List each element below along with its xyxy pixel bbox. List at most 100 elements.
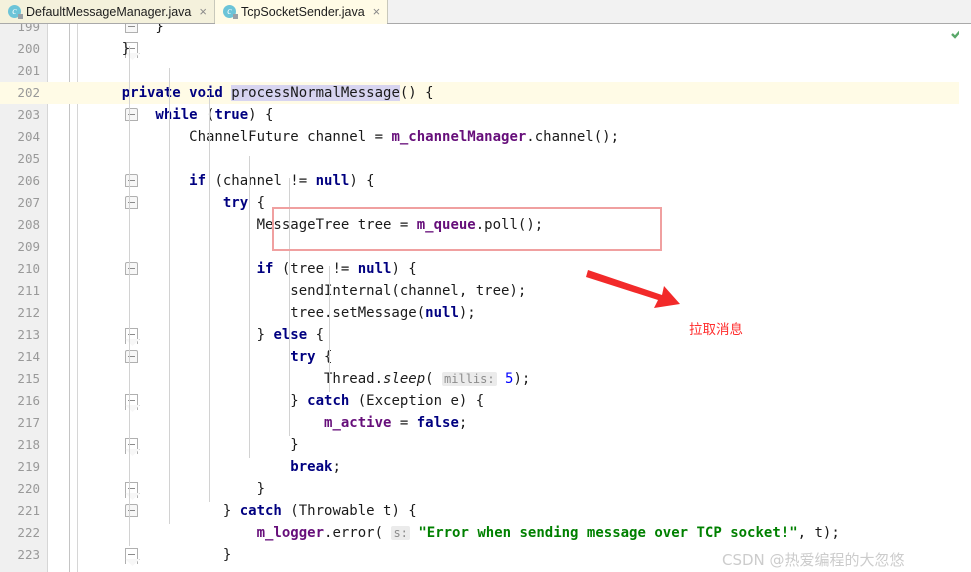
line-number: 219 [17, 459, 40, 474]
tab-tcp-socket-sender[interactable]: c TcpSocketSender.java × [214, 0, 389, 24]
code-token-kw: null [425, 305, 459, 321]
code-token-plain: } [88, 41, 131, 57]
code-line[interactable]: 220 } [0, 478, 971, 500]
code-token-kw: true [214, 107, 249, 123]
code-line[interactable]: 215 Thread.sleep( millis: 5); [0, 368, 971, 390]
code-token-ital: sleep [383, 371, 426, 387]
code-line[interactable]: 217 m_active = false; [0, 412, 971, 434]
code-line[interactable]: 218 } [0, 434, 971, 456]
code-text: if (channel != null) { [88, 170, 374, 192]
code-line[interactable]: 201 [0, 60, 971, 82]
code-token-plain: } [88, 24, 164, 35]
code-text: break; [88, 456, 341, 478]
code-text: m_logger.error( s: "Error when sending m… [88, 522, 840, 544]
line-number: 210 [17, 261, 40, 276]
line-number: 202 [17, 85, 40, 100]
code-token-fld: m_logger [256, 525, 325, 541]
code-line[interactable]: 203 while (true) { [0, 104, 971, 126]
line-number: 211 [17, 283, 40, 298]
code-token-kw: break [88, 459, 333, 475]
code-line[interactable]: 208 MessageTree tree = m_queue.poll(); [0, 214, 971, 236]
code-token-kw: null [357, 261, 392, 277]
code-text: } catch (Throwable t) { [88, 500, 417, 522]
code-line[interactable]: 221 } catch (Throwable t) { [0, 500, 971, 522]
code-token-kw: false [416, 415, 459, 431]
indent-guide [289, 178, 290, 436]
code-lines: 199 } 200 } 201 202 private void processNor… [0, 24, 971, 572]
code-line[interactable]: 213 } else { [0, 324, 971, 346]
code-line[interactable]: 222 m_logger.error( s: "Error when sendi… [0, 522, 971, 544]
code-text: } [88, 478, 265, 500]
code-token-kw: catch [307, 393, 350, 409]
java-class-icon: c [222, 5, 238, 19]
code-line[interactable]: 214 try { [0, 346, 971, 368]
code-token-plain: } [88, 481, 266, 497]
line-number: 220 [17, 481, 40, 496]
code-text: while (true) { [88, 104, 273, 126]
code-token-plain: } [88, 437, 299, 453]
code-token-plain: ) { [391, 261, 417, 277]
line-number: 203 [17, 107, 40, 122]
code-line[interactable]: 200 } [0, 38, 971, 60]
code-token-plain: = [391, 415, 417, 431]
code-token-plain: (channel != [214, 173, 316, 189]
code-token-plain: MessageTree tree = [88, 217, 417, 233]
code-token-plain: { [256, 195, 266, 211]
line-number: 205 [17, 151, 40, 166]
line-number: 206 [17, 173, 40, 188]
indent-guide [329, 266, 330, 392]
code-line[interactable]: 206 if (channel != null) { [0, 170, 971, 192]
line-number: 209 [17, 239, 40, 254]
code-editor[interactable]: 199 } 200 } 201 202 private void processNor… [0, 24, 971, 572]
line-number: 218 [17, 437, 40, 452]
code-token-plain: } [88, 327, 274, 343]
code-token-plain: .channel(); [526, 129, 620, 145]
code-token-plain: () { [399, 85, 434, 101]
line-number: 214 [17, 349, 40, 364]
code-text: } [88, 544, 231, 566]
code-line[interactable]: 204 ChannelFuture channel = m_channelMan… [0, 126, 971, 148]
close-icon[interactable]: × [199, 5, 207, 18]
code-text: } [88, 434, 299, 456]
code-line[interactable]: 209 [0, 236, 971, 258]
code-line[interactable]: 205 [0, 148, 971, 170]
editor-scrollbar[interactable] [959, 24, 971, 572]
code-line[interactable]: 207 try { [0, 192, 971, 214]
code-line[interactable]: 202 private void processNormalMessage() … [0, 82, 971, 104]
line-number: 215 [17, 371, 40, 386]
code-token-plain: sendInternal(channel, tree); [88, 283, 527, 299]
code-line[interactable]: 212 tree.setMessage(null); [0, 302, 971, 324]
line-number: 201 [17, 63, 40, 78]
code-token-kw: if [88, 261, 282, 277]
code-token-plain: ); [458, 305, 476, 321]
line-number: 212 [17, 305, 40, 320]
code-line[interactable]: 211 sendInternal(channel, tree); [0, 280, 971, 302]
code-line[interactable]: 210 if (tree != null) { [0, 258, 971, 280]
code-token-plain: Thread. [88, 371, 384, 387]
code-line[interactable]: 219 break; [0, 456, 971, 478]
code-text: Thread.sleep( millis: 5); [88, 368, 530, 390]
tab-label: TcpSocketSender.java [240, 4, 365, 19]
code-line[interactable]: 216 } catch (Exception e) { [0, 390, 971, 412]
code-token-plain: ( [425, 371, 443, 387]
code-token-plain: } [88, 547, 232, 563]
line-number: 208 [17, 217, 40, 232]
tab-bar-empty-space [388, 0, 971, 23]
code-token-plain: (Throwable t) { [281, 503, 417, 519]
code-token-kw: else [273, 327, 308, 343]
code-text: ChannelFuture channel = m_channelManager… [88, 126, 619, 148]
tab-default-message-manager[interactable]: c DefaultMessageManager.java × [0, 0, 215, 23]
code-token-plain: .error( [324, 525, 392, 541]
code-token-plain: ); [513, 371, 531, 387]
close-icon[interactable]: × [373, 5, 381, 18]
code-line[interactable]: 199 } [0, 24, 971, 38]
code-token-hint: s: [391, 526, 410, 540]
code-token-fld: m_active [324, 415, 392, 431]
editor-tab-bar: c DefaultMessageManager.java × c TcpSock… [0, 0, 971, 24]
ide-window: c DefaultMessageManager.java × c TcpSock… [0, 0, 971, 572]
indent-guide [129, 46, 130, 546]
csdn-watermark: CSDN @热爱编程的大忽悠 [722, 551, 905, 569]
code-text: MessageTree tree = m_queue.poll(); [88, 214, 544, 236]
line-number: 199 [17, 24, 40, 34]
